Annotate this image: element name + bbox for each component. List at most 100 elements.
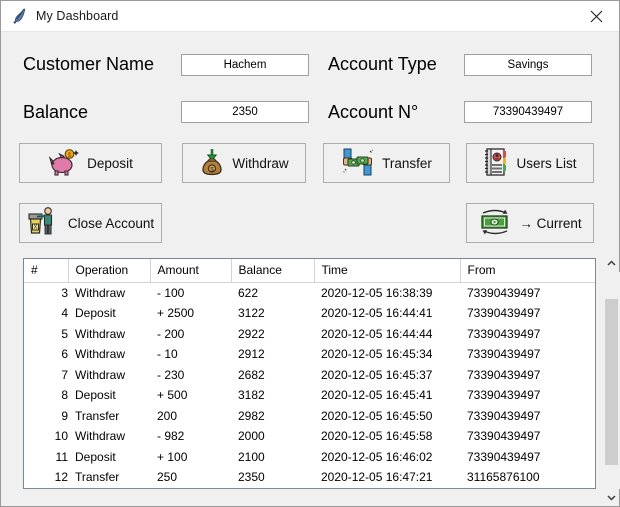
cell-time: 2020-12-05 16:44:41 — [321, 306, 433, 321]
cell-amount: - 200 — [157, 326, 185, 341]
cell-amount: + 500 — [157, 388, 188, 403]
cell-balance: 3182 — [238, 388, 265, 403]
cell-amount: + 100 — [157, 449, 188, 464]
table-row[interactable]: 5 Withdraw - 200 2922 2020-12-05 16:44:4… — [24, 324, 595, 345]
cell-time: 2020-12-05 16:45:50 — [321, 408, 433, 423]
scroll-up-button[interactable] — [603, 255, 620, 272]
column-header-operation[interactable]: Operation — [68, 259, 151, 283]
close-account-button-label: Close Account — [67, 215, 155, 231]
users-list-button-label: Users List — [516, 155, 577, 171]
piggy-bank-icon: $ — [48, 147, 80, 180]
banknote-refresh-icon — [478, 207, 512, 240]
cell-number: 4 — [61, 306, 68, 321]
account-number-field[interactable]: 73390439497 — [464, 101, 592, 123]
address-book-icon — [483, 147, 509, 180]
cell-time: 2020-12-05 16:45:41 — [321, 388, 433, 403]
column-header-balance[interactable]: Balance — [231, 259, 315, 283]
cell-amount: 200 — [157, 408, 178, 423]
cell-balance: 3122 — [238, 306, 265, 321]
transfer-button[interactable]: Transfer — [323, 143, 450, 183]
cell-operation: Withdraw — [75, 326, 126, 341]
deposit-button-label: Deposit — [87, 155, 133, 171]
balance-label: Balance — [23, 102, 89, 122]
cell-operation: Withdraw — [75, 429, 126, 444]
cell-from: 73390439497 — [467, 306, 541, 321]
cell-number: 10 — [54, 429, 68, 444]
scrollbar-thumb[interactable] — [605, 299, 618, 465]
cell-operation: Transfer — [75, 470, 120, 485]
withdraw-button[interactable]: $ Withdraw — [182, 143, 306, 183]
cell-amount: - 100 — [157, 286, 185, 300]
table-row[interactable]: 11 Deposit + 100 2100 2020-12-05 16:46:0… — [24, 447, 595, 468]
cell-from: 73390439497 — [467, 449, 541, 464]
cell-balance: 2350 — [238, 470, 265, 485]
cell-operation: Withdraw — [75, 286, 126, 300]
table-vertical-scrollbar[interactable] — [602, 255, 620, 506]
cell-time: 2020-12-05 16:47:21 — [321, 470, 433, 485]
title-bar: My Dashboard — [1, 1, 619, 32]
deposit-button[interactable]: $ Deposit — [19, 143, 162, 183]
cell-from: 31165876100 — [467, 470, 540, 485]
cell-number: 6 — [61, 347, 68, 362]
transactions-table: # Operation Amount Balance Time From 3 W… — [24, 259, 595, 488]
scroll-down-button[interactable] — [603, 489, 620, 506]
cell-balance: 2100 — [238, 449, 265, 464]
cell-operation: Deposit — [75, 388, 116, 403]
cell-balance: 2682 — [238, 367, 265, 382]
cell-number: 12 — [54, 470, 68, 485]
column-header-number[interactable]: # — [24, 259, 69, 283]
dashboard-window: My Dashboard Customer Name Hachem Accoun… — [0, 0, 620, 507]
balance-field[interactable]: 2350 — [181, 101, 309, 123]
cell-amount: 250 — [157, 470, 178, 485]
cell-amount: - 982 — [157, 429, 185, 444]
column-header-time[interactable]: Time — [314, 259, 461, 283]
cell-balance: 622 — [238, 286, 259, 300]
cell-time: 2020-12-05 16:45:34 — [321, 347, 433, 362]
account-type-field[interactable]: Savings — [464, 54, 592, 76]
cell-operation: Deposit — [75, 306, 116, 321]
cell-operation: Withdraw — [75, 347, 126, 362]
cell-amount: + 2500 — [157, 306, 195, 321]
table-row[interactable]: 10 Withdraw - 982 2000 2020-12-05 16:45:… — [24, 426, 595, 447]
scrollbar-track[interactable] — [603, 272, 620, 489]
table-row[interactable]: 6 Withdraw - 10 2912 2020-12-05 16:45:34… — [24, 344, 595, 365]
column-header-from[interactable]: From — [460, 259, 595, 283]
cell-balance: 2922 — [238, 326, 265, 341]
cell-number: 11 — [55, 449, 68, 464]
switch-to-current-button-label: → Current — [519, 215, 582, 231]
cell-from: 73390439497 — [467, 367, 541, 382]
column-header-amount[interactable]: Amount — [150, 259, 232, 283]
users-list-button[interactable]: Users List — [466, 143, 594, 183]
table-row[interactable]: 12 Transfer 250 2350 2020-12-05 16:47:21… — [24, 467, 595, 488]
table-row[interactable]: 9 Transfer 200 2982 2020-12-05 16:45:50 … — [24, 406, 595, 427]
table-row[interactable]: 3 Withdraw - 100 622 2020-12-05 16:38:39… — [24, 283, 595, 304]
cell-operation: Transfer — [75, 408, 120, 423]
table-row[interactable]: 4 Deposit + 2500 3122 2020-12-05 16:44:4… — [24, 303, 595, 324]
cell-from: 73390439497 — [467, 408, 541, 423]
table-row[interactable]: 8 Deposit + 500 3182 2020-12-05 16:45:41… — [24, 385, 595, 406]
cell-number: 7 — [61, 367, 68, 382]
close-account-button[interactable]: X Close Account — [19, 203, 162, 243]
customer-name-field[interactable]: Hachem — [181, 54, 309, 76]
cell-time: 2020-12-05 16:45:58 — [321, 429, 433, 444]
cell-number: 5 — [61, 326, 68, 341]
cell-from: 73390439497 — [467, 347, 541, 362]
transfer-button-label: Transfer — [382, 155, 432, 171]
money-exchange-hands-icon — [341, 147, 375, 180]
cell-time: 2020-12-05 16:46:02 — [321, 449, 433, 464]
cell-from: 73390439497 — [467, 286, 541, 300]
svg-text:X: X — [33, 225, 37, 231]
cell-from: 73390439497 — [467, 429, 541, 444]
close-window-button[interactable] — [573, 1, 619, 31]
money-bag-icon: $ — [199, 147, 225, 180]
transactions-table-body: 3 Withdraw - 100 622 2020-12-05 16:38:39… — [24, 283, 595, 488]
table-row[interactable]: 7 Withdraw - 230 2682 2020-12-05 16:45:3… — [24, 365, 595, 386]
customer-name-label: Customer Name — [23, 54, 155, 74]
account-type-label: Account Type — [328, 54, 437, 74]
cell-operation: Deposit — [75, 449, 116, 464]
cell-number: 8 — [61, 388, 68, 403]
cell-from: 73390439497 — [467, 388, 541, 403]
switch-to-current-button[interactable]: → Current — [466, 203, 594, 243]
window-title: My Dashboard — [36, 9, 119, 23]
cell-balance: 2912 — [238, 347, 265, 362]
